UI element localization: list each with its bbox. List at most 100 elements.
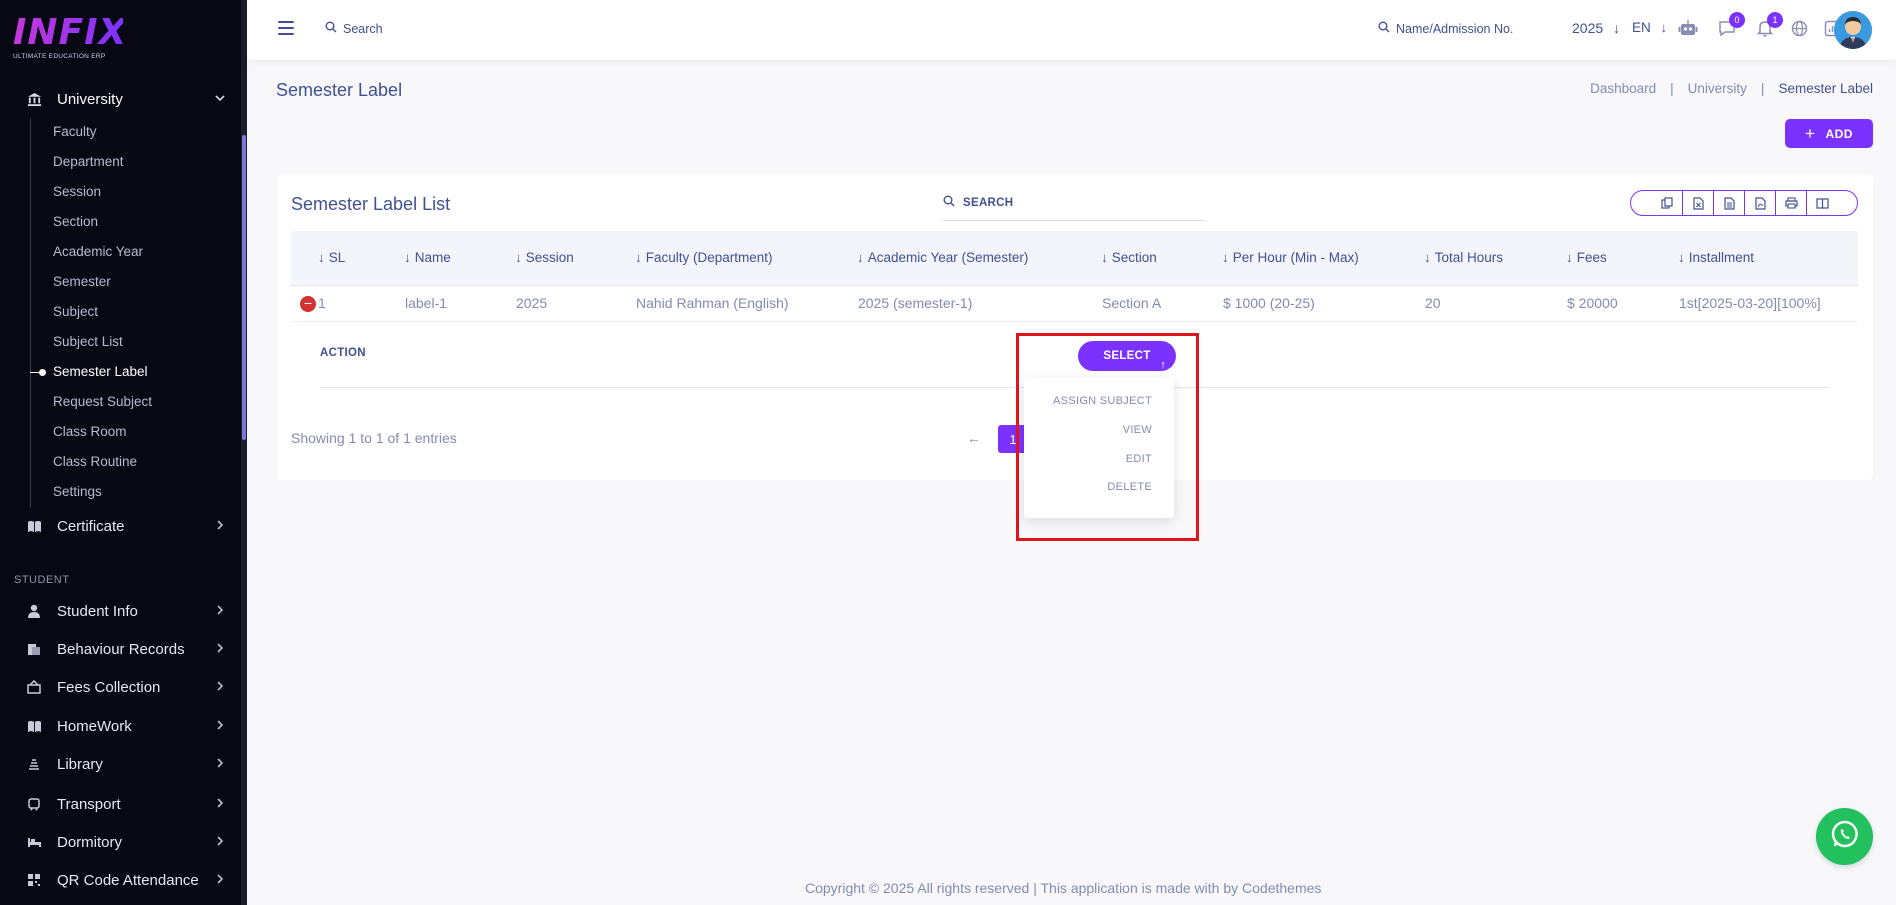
column-header-total-hours[interactable]: ↓ Total Hours <box>1424 250 1503 265</box>
add-button[interactable]: + ADD <box>1785 119 1873 148</box>
column-header-fees[interactable]: ↓ Fees <box>1566 250 1607 265</box>
print-icon[interactable] <box>1775 191 1806 215</box>
column-header-name[interactable]: ↓ Name <box>404 250 451 265</box>
bed-icon <box>26 834 42 850</box>
sidebar-item-class-room[interactable]: Class Room <box>53 424 127 439</box>
column-header-session[interactable]: ↓ Session <box>515 250 574 265</box>
sidebar-item-student-info[interactable]: Student Info <box>0 596 241 626</box>
search-icon <box>1378 21 1390 36</box>
copy-icon[interactable] <box>1651 191 1682 215</box>
library-icon <box>26 756 42 772</box>
top-header: Search Name/Admission No. 2025 ↓ EN ↓ 0 … <box>247 0 1896 60</box>
language-value: EN <box>1632 20 1651 35</box>
sidebar-item-settings[interactable]: Settings <box>53 484 102 499</box>
action-label: ACTION <box>320 347 366 359</box>
logo-tagline: ULTIMATE EDUCATION ERP <box>13 53 106 60</box>
cell-sl: 1 <box>318 295 326 311</box>
sidebar-item-label: University <box>57 90 123 108</box>
column-header-per-hour[interactable]: ↓ Per Hour (Min - Max) <box>1222 250 1359 265</box>
columns-icon[interactable] <box>1806 191 1837 215</box>
chevron-right-icon <box>215 719 225 733</box>
sidebar-item-library[interactable]: Library <box>0 749 241 779</box>
column-header-installment[interactable]: ↓ Installment <box>1678 250 1754 265</box>
cell-name: label-1 <box>405 295 448 311</box>
add-button-label: ADD <box>1825 126 1853 141</box>
admission-search-input[interactable]: Name/Admission No. <box>1378 21 1513 36</box>
search-input[interactable]: Search <box>325 21 383 36</box>
sidebar-item-certificate[interactable]: Certificate <box>0 511 241 541</box>
sort-icon: ↓ <box>1101 250 1108 265</box>
column-header-sl[interactable]: ↓ SL <box>318 250 345 265</box>
sidebar-item-class-routine[interactable]: Class Routine <box>53 454 137 469</box>
bell-icon[interactable]: 1 <box>1754 12 1783 39</box>
sidebar-item-subject-list[interactable]: Subject List <box>53 334 123 349</box>
sidebar-item-behaviour-records[interactable]: Behaviour Records <box>0 634 241 664</box>
cell-per-hour: $ 1000 (20-25) <box>1223 295 1315 311</box>
highlight-box <box>1016 333 1199 541</box>
sidebar-item-fees-collection[interactable]: Fees Collection <box>0 672 241 702</box>
submenu-line <box>30 118 31 508</box>
sort-icon: ↓ <box>404 250 411 265</box>
sidebar-item-section[interactable]: Section <box>53 214 98 229</box>
sidebar-item-session[interactable]: Session <box>53 184 101 199</box>
active-indicator <box>30 369 46 376</box>
sidebar-item-transport[interactable]: Transport <box>0 789 241 819</box>
csv-icon[interactable] <box>1713 191 1744 215</box>
sidebar-item-academic-year[interactable]: Academic Year <box>53 244 143 259</box>
sidebar-item-faculty[interactable]: Faculty <box>53 124 97 139</box>
sidebar-scrollbar[interactable] <box>241 0 247 905</box>
year-select[interactable]: 2025 ↓ <box>1572 20 1620 36</box>
cell-fees: $ 20000 <box>1567 295 1618 311</box>
table-search-placeholder: SEARCH <box>963 196 1014 209</box>
sort-icon: ↓ <box>1424 250 1431 265</box>
breadcrumb-university[interactable]: University <box>1688 81 1747 96</box>
sidebar-item-label: Student Info <box>57 602 138 620</box>
sidebar-item-label: Fees Collection <box>57 678 161 696</box>
previous-page-icon[interactable]: ← <box>967 430 981 446</box>
bus-icon <box>26 796 42 812</box>
column-header-section[interactable]: ↓ Section <box>1101 250 1157 265</box>
sort-icon: ↓ <box>635 250 642 265</box>
language-select[interactable]: EN ↓ <box>1632 20 1667 35</box>
collapse-row-icon[interactable]: − <box>300 296 316 312</box>
cell-total-hours: 20 <box>1425 295 1441 311</box>
records-icon <box>26 641 42 657</box>
cell-academic-year: 2025 (semester-1) <box>858 295 973 311</box>
breadcrumb-separator: | <box>1670 81 1674 96</box>
column-header-academic-year[interactable]: ↓ Academic Year (Semester) <box>857 250 1028 265</box>
sidebar-item-label: Certificate <box>57 517 125 535</box>
pdf-icon[interactable] <box>1744 191 1775 215</box>
robot-icon[interactable] <box>1677 17 1699 39</box>
message-icon[interactable]: 0 <box>1716 12 1745 39</box>
sidebar-item-department[interactable]: Department <box>53 154 124 169</box>
scrollbar-thumb[interactable] <box>242 135 246 440</box>
breadcrumb-current: Semester Label <box>1778 81 1873 96</box>
sidebar: INFIX ULTIMATE EDUCATION ERP University … <box>0 0 247 905</box>
admission-search-placeholder: Name/Admission No. <box>1396 21 1514 36</box>
column-header-faculty[interactable]: ↓ Faculty (Department) <box>635 250 773 265</box>
app-logo[interactable]: INFIX ULTIMATE EDUCATION ERP <box>13 12 128 64</box>
excel-icon[interactable] <box>1682 191 1713 215</box>
sort-icon: ↓ <box>318 250 325 265</box>
globe-icon[interactable] <box>1788 17 1810 39</box>
breadcrumb-dashboard[interactable]: Dashboard <box>1590 81 1656 96</box>
avatar[interactable] <box>1834 11 1872 49</box>
logo-text: INFIX <box>13 12 128 53</box>
sidebar-item-label: HomeWork <box>57 717 132 735</box>
sidebar-item-subject[interactable]: Subject <box>53 304 98 319</box>
sidebar-item-dormitory[interactable]: Dormitory <box>0 827 241 857</box>
whatsapp-button[interactable] <box>1816 808 1873 865</box>
table-search-input[interactable]: SEARCH <box>943 185 1205 221</box>
table-row[interactable]: − 1 label-1 2025 Nahid Rahman (English) … <box>291 286 1858 322</box>
sidebar-item-qr-code-attendance[interactable]: QR Code Attendance <box>0 865 241 895</box>
entries-info: Showing 1 to 1 of 1 entries <box>291 430 457 446</box>
fees-icon <box>26 679 42 695</box>
sidebar-item-semester[interactable]: Semester <box>53 274 111 289</box>
sidebar-item-request-subject[interactable]: Request Subject <box>53 394 152 409</box>
menu-toggle-icon[interactable] <box>278 21 294 35</box>
sidebar-item-semester-label[interactable]: Semester Label <box>53 364 148 379</box>
sidebar-item-label: QR Code Attendance <box>57 871 199 889</box>
sidebar-item-university[interactable]: University <box>0 84 241 114</box>
sidebar-item-homework[interactable]: HomeWork <box>0 711 241 741</box>
user-icon <box>26 603 42 619</box>
